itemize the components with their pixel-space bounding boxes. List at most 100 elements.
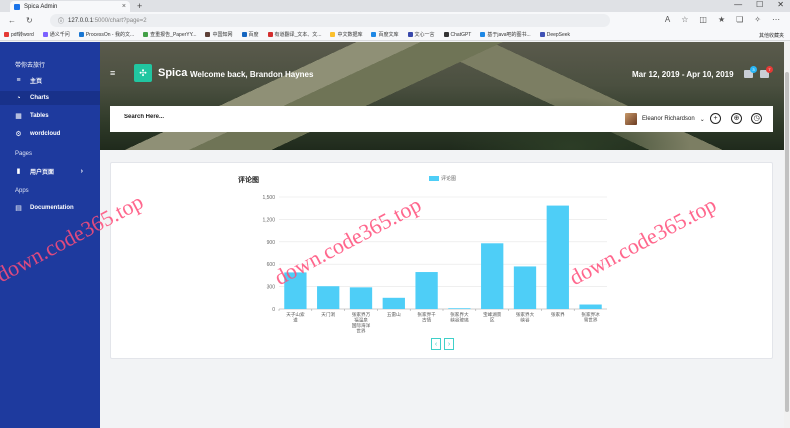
browser-tab[interactable]: Spica Admin × bbox=[10, 1, 130, 12]
document-icon: ▤ bbox=[15, 205, 22, 212]
user-menu[interactable]: Eleanor Richardson ⌄ bbox=[625, 113, 705, 125]
x-tick-label: 雪世界 bbox=[584, 317, 598, 324]
y-tick-label: 600 bbox=[267, 262, 276, 268]
window-close-icon[interactable]: ✕ bbox=[777, 0, 784, 9]
sidebar-item-documentation[interactable]: ▤ Documentation bbox=[0, 201, 100, 215]
chart-legend[interactable]: 评论图 bbox=[429, 175, 456, 182]
y-tick-label: 1,500 bbox=[262, 195, 275, 201]
prev-page-button[interactable]: ‹ bbox=[431, 338, 441, 350]
bookmark-favicon-icon bbox=[371, 32, 377, 37]
extensions-icon[interactable]: ✧ bbox=[754, 15, 761, 24]
favicon-icon bbox=[14, 3, 20, 10]
bookmark-favicon-icon bbox=[480, 32, 486, 37]
bookmark-label: DeepSeek bbox=[546, 31, 571, 38]
bookmark-item[interactable]: 中文数据库 bbox=[330, 31, 362, 38]
bar bbox=[415, 272, 438, 309]
bar bbox=[382, 297, 405, 309]
sidebar-item-tables[interactable]: ▦ Tables bbox=[0, 109, 100, 123]
bookmark-favicon-icon bbox=[4, 32, 9, 37]
search-input[interactable] bbox=[124, 114, 424, 120]
bookmark-item[interactable]: 有道翻译_文本、文... bbox=[267, 31, 321, 38]
hamburger-icon[interactable]: ≡ bbox=[110, 68, 115, 78]
bar-chart: 0 300 600 900 1,200 1,500 天子山索道 天门洞 张家界万福温泉国际海洋世… bbox=[262, 195, 607, 335]
url-host: 127.0.0.1 bbox=[68, 17, 94, 24]
chart-title: 评论图 bbox=[238, 177, 259, 184]
bookmark-item[interactable]: 基于java吧的图书... bbox=[480, 31, 531, 38]
bookmark-item[interactable]: pdf转word bbox=[4, 31, 34, 38]
split-screen-icon[interactable]: ◫ bbox=[699, 15, 707, 24]
settings-icon: ⚙ bbox=[15, 131, 22, 138]
clock-icon[interactable]: ◷ bbox=[751, 113, 762, 124]
x-tick-label: 峡谷玻璃 bbox=[450, 317, 469, 324]
more-icon[interactable]: ⋯ bbox=[772, 15, 780, 24]
maximize-icon[interactable]: ☐ bbox=[756, 0, 763, 9]
other-bookmarks[interactable]: 其他收藏夹 bbox=[759, 32, 784, 39]
next-page-button[interactable]: › bbox=[444, 338, 454, 350]
bar bbox=[481, 243, 504, 309]
bookmark-favicon-icon bbox=[267, 32, 273, 37]
legend-swatch bbox=[429, 176, 439, 181]
bookmark-item[interactable]: 中国知网 bbox=[205, 31, 233, 38]
bookmark-item[interactable]: 通义千问 bbox=[42, 31, 70, 38]
bookmark-favicon-icon bbox=[407, 32, 413, 37]
bookmark-item[interactable]: 查重报告_PaperYY... bbox=[143, 31, 196, 38]
bookmark-item[interactable]: DeepSeek bbox=[539, 31, 571, 38]
bookmark-favicon-icon bbox=[241, 32, 247, 37]
x-tick-label: 福温泉 bbox=[354, 317, 368, 324]
top-navbar: ≡ ✣ Spica Welcome back, Brandon Haynes M… bbox=[110, 64, 784, 86]
tab-close-icon[interactable]: × bbox=[122, 3, 126, 10]
url-path: :5000/chart?page=2 bbox=[93, 17, 147, 24]
add-icon[interactable]: + bbox=[710, 113, 721, 124]
reload-icon[interactable]: ↻ bbox=[26, 16, 33, 25]
bar bbox=[513, 266, 537, 309]
read-aloud-icon[interactable]: A bbox=[665, 15, 670, 24]
mail-icon[interactable]: 7 bbox=[760, 66, 773, 78]
page-scrollbar[interactable] bbox=[784, 42, 790, 428]
notification-badge: 3 bbox=[750, 66, 757, 73]
y-tick-label: 0 bbox=[272, 307, 275, 313]
bar bbox=[317, 286, 340, 309]
bookmark-favicon-icon bbox=[42, 32, 48, 37]
x-tick-label: 峡谷 bbox=[520, 317, 530, 324]
minimize-icon[interactable]: — bbox=[734, 0, 742, 9]
bookmark-favicon-icon bbox=[443, 32, 449, 37]
sidebar-item-user-pages[interactable]: ▮ 用户页面 › bbox=[0, 164, 100, 178]
back-icon[interactable]: ← bbox=[8, 16, 16, 25]
sidebar-item-home[interactable]: ≡ 主页 bbox=[0, 73, 100, 87]
window-controls: — ☐ ✕ bbox=[734, 0, 784, 9]
table-icon: ▦ bbox=[15, 113, 22, 120]
sidebar-item-label: 主页 bbox=[30, 78, 43, 85]
favorite-star-icon[interactable]: ☆ bbox=[681, 15, 688, 24]
date-range[interactable]: Mar 12, 2019 - Apr 10, 2019 bbox=[632, 70, 734, 79]
scrollbar-thumb[interactable] bbox=[785, 72, 789, 412]
welcome-text: Welcome back, Brandon Haynes bbox=[190, 70, 314, 79]
collections-icon[interactable]: ❏ bbox=[736, 15, 743, 24]
bookmark-item[interactable]: 百度文库 bbox=[371, 31, 399, 38]
bookmark-item[interactable]: 文心一言 bbox=[407, 31, 435, 38]
new-tab-icon[interactable]: + bbox=[137, 1, 142, 11]
x-tick-label: 宝峰湖景 bbox=[483, 311, 502, 318]
bookmark-favicon-icon bbox=[143, 32, 149, 37]
globe-icon[interactable]: ⊕ bbox=[731, 113, 742, 124]
url-field[interactable]: ⓘ 127.0.0.1:5000/chart?page=2 bbox=[50, 14, 610, 27]
chevron-down-icon: ⌄ bbox=[699, 116, 705, 123]
sidebar-item-charts[interactable]: ◔ Charts bbox=[0, 91, 100, 105]
bookmark-label: pdf转word bbox=[11, 32, 34, 38]
chevron-right-icon: › bbox=[80, 167, 83, 175]
y-tick-label: 300 bbox=[267, 285, 276, 291]
notification-icon[interactable]: 3 bbox=[744, 66, 757, 78]
bar bbox=[448, 308, 471, 309]
favorites-icon[interactable]: ★ bbox=[718, 15, 725, 24]
sidebar-item-wordcloud[interactable]: ⚙ wordcloud bbox=[0, 127, 100, 141]
x-tick-label: 张家界 bbox=[551, 311, 565, 318]
bookmark-label: 中国知网 bbox=[212, 32, 233, 38]
bookmark-item[interactable]: ProcessOn - 我的文... bbox=[78, 31, 134, 38]
bookmark-item[interactable]: ChatGPT bbox=[443, 32, 471, 38]
x-tick-label: 张家界大 bbox=[450, 311, 469, 318]
x-tick-label: 天子山索 bbox=[286, 311, 305, 318]
logo-icon[interactable]: ✣ bbox=[134, 64, 152, 82]
bar bbox=[579, 304, 602, 309]
menu-icon: ≡ bbox=[16, 76, 21, 84]
bookmark-item[interactable]: 百度 bbox=[241, 31, 259, 38]
x-tick-label: 五雷山 bbox=[387, 311, 401, 318]
